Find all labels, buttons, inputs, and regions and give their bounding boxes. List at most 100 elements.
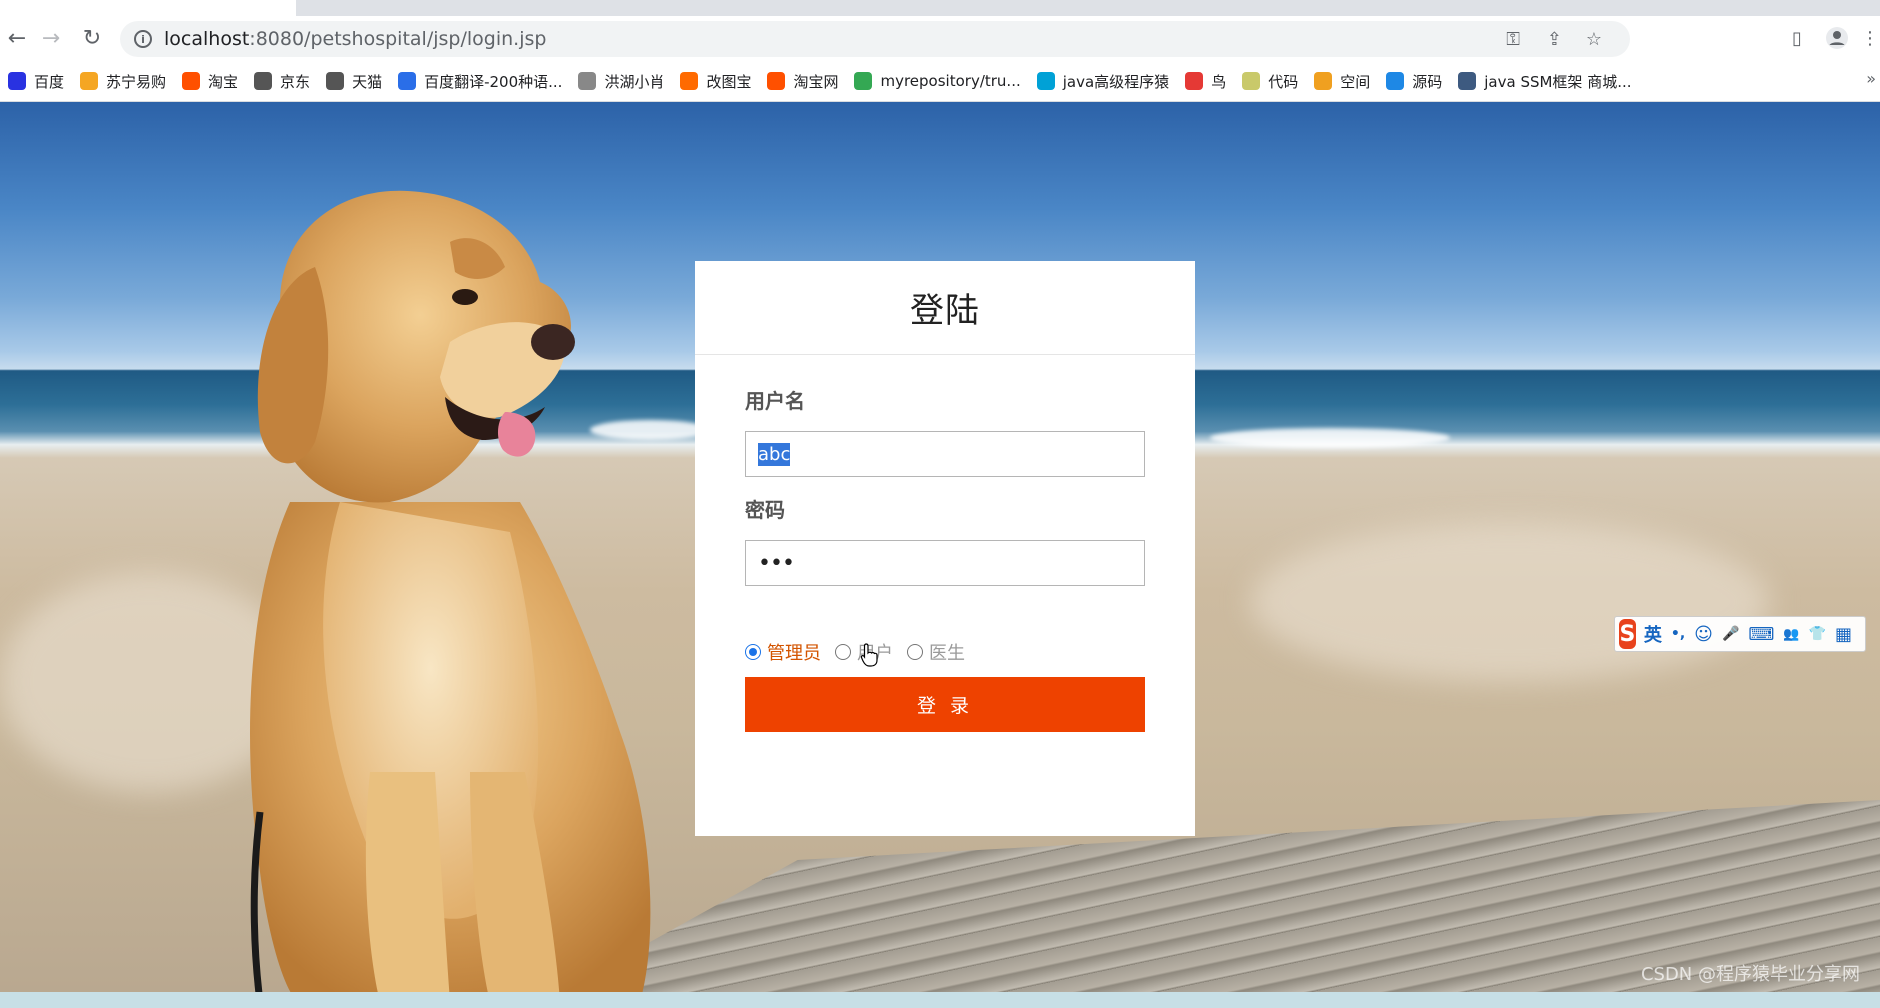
- ime-mode-toggle[interactable]: 英: [1644, 621, 1662, 647]
- bookmark-favicon-icon: [8, 72, 26, 90]
- bookmark-item[interactable]: 苏宁易购: [72, 66, 174, 96]
- role-label: 管理员: [767, 643, 821, 664]
- username-value: abc: [758, 442, 791, 466]
- address-bar[interactable]: i localhost:8080/petshospital/jsp/login.…: [120, 21, 1630, 57]
- url-path: :8080/petshospital/jsp/login.jsp: [249, 28, 547, 50]
- tab-strip: [0, 0, 1880, 16]
- forward-arrow-icon[interactable]: →: [36, 23, 66, 53]
- bookmark-item[interactable]: 鸟: [1177, 66, 1234, 96]
- bookmark-item[interactable]: java高级程序猿: [1029, 66, 1177, 96]
- ime-keyboard-icon[interactable]: ⌨: [1748, 624, 1774, 645]
- bookmark-favicon-icon: [1458, 72, 1477, 90]
- bookmark-favicon-icon: [1242, 72, 1261, 90]
- bookmark-favicon-icon: [1185, 72, 1204, 90]
- active-tab[interactable]: [0, 0, 296, 16]
- bookmark-label: 鸟: [1211, 72, 1227, 91]
- bookmark-item[interactable]: 改图宝: [672, 66, 759, 96]
- ime-emoji-icon[interactable]: ☺: [1694, 624, 1713, 645]
- bookmark-item[interactable]: 天猫: [318, 66, 390, 96]
- bookmark-favicon-icon: [680, 72, 699, 90]
- bookmark-label: 淘宝: [208, 72, 239, 91]
- bookmark-label: 京东: [280, 72, 311, 91]
- bookmark-favicon-icon: [398, 72, 417, 90]
- site-info-icon[interactable]: i: [134, 30, 152, 48]
- ime-skin-icon[interactable]: 👕: [1809, 626, 1826, 642]
- more-bookmarks-icon[interactable]: »: [1866, 69, 1876, 88]
- bookmark-favicon-icon: [326, 72, 345, 90]
- bookmark-label: 源码: [1412, 72, 1443, 91]
- bookmark-label: 淘宝网: [793, 72, 839, 91]
- bookmark-favicon-icon: [854, 72, 873, 90]
- reload-icon[interactable]: ↻: [77, 23, 107, 53]
- role-label: 医生: [929, 643, 965, 664]
- menu-kebab-icon[interactable]: ⋮: [1860, 23, 1880, 53]
- bookmark-label: java高级程序猿: [1062, 72, 1170, 91]
- bookmark-item[interactable]: 淘宝网: [759, 66, 846, 96]
- bookmark-item[interactable]: 京东: [246, 66, 318, 96]
- bookmark-item[interactable]: 源码: [1378, 66, 1450, 96]
- bookmark-favicon-icon: [1386, 72, 1405, 90]
- key-icon[interactable]: ⚿: [1506, 21, 1520, 57]
- bookmark-item[interactable]: 淘宝: [174, 66, 246, 96]
- login-button[interactable]: 登 录: [745, 677, 1145, 732]
- bookmark-favicon-icon: [254, 72, 273, 90]
- wave-decoration: [1210, 428, 1450, 448]
- watermark-text: CSDN @程序猿毕业分享网: [1640, 964, 1860, 985]
- login-card-header: 登陆: [695, 261, 1195, 355]
- username-label: 用户名: [745, 389, 805, 413]
- login-title: 登陆: [910, 291, 980, 331]
- bookmark-label: 百度翻译-200种语...: [424, 72, 563, 91]
- taskbar-strip: [0, 992, 1880, 1008]
- url-text[interactable]: localhost:8080/petshospital/jsp/login.js…: [164, 28, 546, 50]
- bookmark-label: 苏宁易购: [106, 72, 167, 91]
- ime-voice-icon[interactable]: 🎤: [1722, 626, 1739, 642]
- bookmark-item[interactable]: 代码: [1234, 66, 1306, 96]
- url-host: localhost: [164, 28, 250, 50]
- bookmarks-bar: 百度 苏宁易购 淘宝 京东 天猫 百度翻译-200种语... 洪湖小肖 改图宝 淘宝网 myrep…: [0, 61, 1880, 102]
- browser-toolbar: ← → ↻ i localhost:8080/petshospital/jsp/…: [0, 16, 1880, 61]
- password-value: •••: [758, 550, 795, 576]
- sogou-logo-icon[interactable]: S: [1619, 619, 1636, 649]
- radio-circle-icon[interactable]: [835, 644, 851, 660]
- sand-decoration: [1250, 522, 1770, 682]
- profile-avatar-icon[interactable]: [1822, 23, 1852, 53]
- ime-toolbox-icon[interactable]: ▦: [1835, 624, 1852, 645]
- bookmark-label: 洪湖小肖: [604, 72, 665, 91]
- ime-punctuation-icon[interactable]: •,: [1671, 626, 1685, 642]
- back-arrow-icon[interactable]: ←: [2, 23, 32, 53]
- role-radio-0[interactable]: 管理员: [745, 639, 821, 665]
- bookmark-label: 改图宝: [706, 72, 752, 91]
- username-input[interactable]: abc: [745, 431, 1145, 477]
- login-card: 登陆 用户名 abc 密码 ••• 管理员用户医生 登 录: [695, 261, 1195, 836]
- password-label: 密码: [745, 498, 785, 522]
- radio-circle-icon[interactable]: [745, 644, 761, 660]
- bookmark-label: 空间: [1340, 72, 1371, 91]
- bookmark-favicon-icon: [80, 72, 99, 90]
- bookmark-label: java SSM框架 商城...: [1484, 72, 1632, 91]
- bookmark-favicon-icon: [1036, 72, 1055, 90]
- bookmark-item[interactable]: 洪湖小肖: [570, 66, 672, 96]
- bookmark-item[interactable]: 百度翻译-200种语...: [390, 66, 570, 96]
- side-panel-icon[interactable]: ▯: [1782, 23, 1812, 53]
- bookmark-item[interactable]: 百度: [0, 66, 72, 96]
- bookmark-favicon-icon: [578, 72, 597, 90]
- bookmark-item[interactable]: java SSM框架 商城...: [1450, 66, 1639, 96]
- bookmark-favicon-icon: [182, 72, 201, 90]
- login-page-background: 登陆 用户名 abc 密码 ••• 管理员用户医生 登 录 S 英 •, ☺ 🎤…: [0, 102, 1880, 992]
- radio-circle-icon[interactable]: [907, 644, 923, 660]
- password-input[interactable]: •••: [745, 540, 1145, 586]
- role-radio-2[interactable]: 医生: [907, 639, 965, 665]
- ime-toolbar[interactable]: S 英 •, ☺ 🎤 ⌨ 👥 👕 ▦: [1614, 616, 1866, 652]
- bookmark-label: myrepository/tru...: [880, 72, 1021, 90]
- bookmark-item[interactable]: 空间: [1306, 66, 1378, 96]
- bookmark-favicon-icon: [1314, 72, 1333, 90]
- bookmark-favicon-icon: [767, 72, 786, 90]
- hand-cursor-icon: [860, 643, 878, 667]
- bookmark-label: 代码: [1268, 72, 1299, 91]
- bookmark-item[interactable]: myrepository/tru...: [846, 66, 1028, 96]
- golden-retriever-image: [250, 190, 651, 992]
- ime-user-icon[interactable]: 👥: [1783, 627, 1799, 642]
- bookmark-label: 天猫: [352, 72, 383, 91]
- share-icon[interactable]: ⇪: [1547, 21, 1562, 57]
- bookmark-star-icon[interactable]: ☆: [1586, 21, 1602, 57]
